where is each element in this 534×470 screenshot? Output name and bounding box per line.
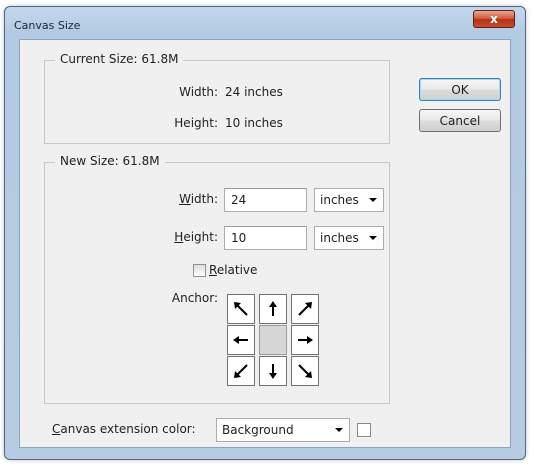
window-title: Canvas Size: [14, 19, 81, 32]
width-unit-select[interactable]: inches: [314, 188, 384, 212]
anchor-top[interactable]: [259, 294, 287, 324]
anchor-right[interactable]: [291, 325, 319, 355]
relative-checkbox[interactable]: [193, 264, 206, 277]
anchor-top-right[interactable]: [291, 294, 319, 324]
anchor-grid: [225, 294, 321, 386]
height-input[interactable]: 10: [224, 226, 307, 250]
current-width-value: 24 inches: [225, 85, 283, 99]
arrow-left-icon: [233, 336, 248, 344]
new-width-label: Width:: [179, 192, 218, 206]
relative-label[interactable]: Relative: [209, 263, 257, 277]
close-icon: x: [490, 12, 498, 26]
height-unit-value: inches: [320, 231, 359, 245]
chevron-down-icon: [335, 428, 343, 432]
chevron-down-icon: [369, 236, 377, 240]
ok-button[interactable]: OK: [419, 78, 501, 101]
current-height-value: 10 inches: [225, 116, 283, 130]
current-height-label: Height:: [174, 116, 218, 130]
current-size-group: Current Size: 61.8M: [44, 52, 390, 144]
extension-color-swatch[interactable]: [357, 423, 371, 437]
anchor-top-left[interactable]: [227, 294, 255, 324]
current-size-legend: Current Size: 61.8M: [55, 52, 184, 66]
extension-color-select[interactable]: Background: [216, 418, 350, 442]
current-width-label: Width:: [179, 85, 218, 99]
anchor-label: Anchor:: [171, 291, 218, 305]
title-bar[interactable]: Canvas Size x: [5, 7, 525, 39]
width-unit-value: inches: [320, 193, 359, 207]
anchor-bottom-right[interactable]: [291, 356, 319, 386]
chevron-down-icon: [369, 198, 377, 202]
cancel-button[interactable]: Cancel: [419, 109, 501, 132]
new-size-legend: New Size: 61.8M: [55, 154, 165, 168]
height-unit-select[interactable]: inches: [314, 226, 384, 250]
arrow-down-right-icon: [298, 364, 312, 378]
extension-color-label: Canvas extension color:: [52, 422, 196, 436]
dialog-body: Current Size: 61.8M Width: 24 inches Hei…: [19, 39, 511, 448]
width-input[interactable]: 24: [224, 188, 307, 212]
anchor-left[interactable]: [227, 325, 255, 355]
arrow-up-right-icon: [298, 302, 312, 316]
anchor-bottom-left[interactable]: [227, 356, 255, 386]
anchor-bottom[interactable]: [259, 356, 287, 386]
arrow-up-icon: [269, 301, 277, 316]
arrow-down-left-icon: [234, 364, 248, 378]
anchor-center[interactable]: [259, 325, 287, 355]
canvas-size-dialog: Canvas Size x Current Size: 61.8M Width:…: [4, 6, 526, 460]
arrow-down-icon: [269, 364, 277, 379]
close-button[interactable]: x: [473, 10, 515, 28]
new-height-label: Height:: [174, 230, 218, 244]
arrow-up-left-icon: [234, 302, 248, 316]
extension-color-value: Background: [222, 423, 294, 437]
arrow-right-icon: [298, 336, 313, 344]
